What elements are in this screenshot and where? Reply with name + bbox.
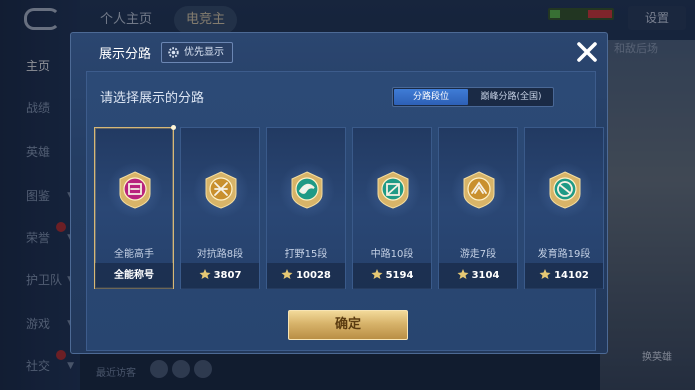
lane-card-name: 游走7段: [459, 249, 497, 260]
all-round-badge-icon: [119, 171, 151, 209]
priority-display-label: 优先显示: [184, 47, 224, 58]
rank-star-icon: [457, 269, 469, 279]
priority-display-button[interactable]: 优先显示: [161, 42, 233, 63]
lane-mode-switch: 分路段位 巅峰分路(全国): [392, 87, 554, 107]
lane-card[interactable]: 全能高手 全能称号: [94, 125, 176, 289]
confirm-button[interactable]: 确定: [288, 310, 408, 340]
roam-badge-icon: [463, 171, 495, 209]
rank-star-icon: [371, 269, 383, 279]
lane-card-name: 中路10段: [370, 249, 414, 260]
select-prompt: 请选择展示的分路: [100, 91, 205, 106]
lane-card[interactable]: 中路10段 5194: [352, 127, 432, 289]
lane-card-value: 3104: [471, 270, 500, 281]
dialog-body: 请选择展示的分路 分路段位 巅峰分路(全国) 全能高手 全能称号 对抗路8段 3807…: [86, 71, 604, 351]
farm-lane-badge-icon: [549, 171, 581, 209]
jungle-badge-icon: [291, 171, 323, 209]
lane-card-name: 打野15段: [284, 249, 328, 260]
tab-peak-lane-national[interactable]: 巅峰分路(全国): [469, 89, 553, 105]
lane-card-name: 全能高手: [114, 249, 154, 260]
lane-card-value-bar: 5194: [353, 263, 431, 289]
clash-lane-badge-icon: [205, 171, 237, 209]
gear-icon: [168, 47, 179, 58]
rank-star-icon: [539, 269, 551, 279]
lane-card-value: 全能称号: [114, 270, 154, 281]
lane-card-value-bar: 全能称号: [95, 263, 173, 289]
lane-card[interactable]: 游走7段 3104: [438, 127, 518, 289]
rank-star-icon: [199, 269, 211, 279]
lane-card-value: 14102: [554, 270, 589, 281]
dialog-header: 展示分路 优先显示: [71, 33, 607, 71]
lane-card-value: 10028: [296, 270, 331, 281]
rank-star-icon: [281, 269, 293, 279]
lane-card-value-bar: 14102: [525, 263, 603, 289]
mid-lane-badge-icon: [377, 171, 409, 209]
lane-card[interactable]: 发育路19段 14102: [524, 127, 604, 289]
lane-card-value-bar: 3104: [439, 263, 517, 289]
lane-card-value-bar: 3807: [181, 263, 259, 289]
lane-card-value: 5194: [385, 270, 414, 281]
lane-card-name: 发育路19段: [537, 249, 591, 260]
dialog-title: 展示分路: [99, 47, 152, 62]
lane-card[interactable]: 打野15段 10028: [266, 127, 346, 289]
lane-card-value: 3807: [213, 270, 242, 281]
close-icon[interactable]: [573, 38, 601, 66]
lane-card[interactable]: 对抗路8段 3807: [180, 127, 260, 289]
lane-display-dialog: 展示分路 优先显示 请选择展示的分路 分路段位 巅峰分路(全国) 全能高手全能称…: [70, 32, 608, 354]
lane-card-value-bar: 10028: [267, 263, 345, 289]
selected-marker: [171, 125, 176, 130]
tab-lane-rank[interactable]: 分路段位: [394, 89, 468, 105]
lane-card-name: 对抗路8段: [196, 249, 244, 260]
